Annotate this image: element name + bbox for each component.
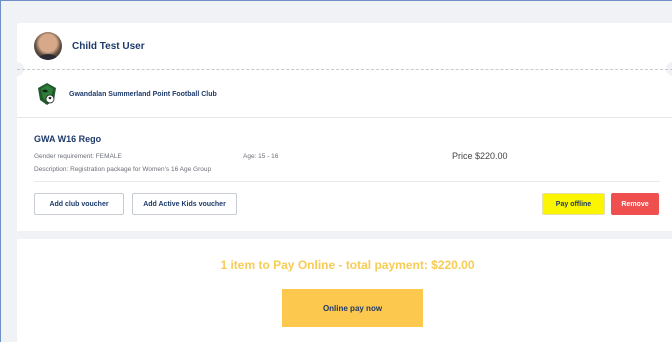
section-divider xyxy=(17,117,672,118)
user-name: Child Test User xyxy=(72,40,145,52)
page-background: Child Test User Gwandalan Summerland Poi… xyxy=(0,0,672,343)
club-logo-icon xyxy=(36,82,58,106)
registration-card: Child Test User Gwandalan Summerland Poi… xyxy=(10,23,672,231)
user-header: Child Test User xyxy=(34,32,145,60)
user-avatar xyxy=(34,32,62,60)
item-price: Price $220.00 xyxy=(452,151,508,161)
add-active-kids-voucher-button[interactable]: Add Active Kids voucher xyxy=(132,193,237,215)
remove-button[interactable]: Remove xyxy=(611,193,659,215)
item-title: GWA W16 Rego xyxy=(34,134,102,144)
total-payment-text: 1 item to Pay Online - total payment: $2… xyxy=(220,258,475,272)
actions-divider xyxy=(34,181,660,182)
pay-offline-button[interactable]: Pay offline xyxy=(542,193,605,215)
online-pay-now-button[interactable]: Online pay now xyxy=(282,289,423,327)
gender-requirement: Gender requirement: FEMALE xyxy=(34,153,122,160)
item-description: Description: Registration package for Wo… xyxy=(34,166,212,173)
club-name: Gwandalan Summerland Point Football Club xyxy=(69,90,217,98)
age-range: Age: 15 - 16 xyxy=(243,153,279,160)
dashed-divider xyxy=(17,69,672,70)
club-header: Gwandalan Summerland Point Football Club xyxy=(36,82,217,106)
add-club-voucher-button[interactable]: Add club voucher xyxy=(34,193,124,215)
payment-summary-card: 1 item to Pay Online - total payment: $2… xyxy=(17,239,672,343)
